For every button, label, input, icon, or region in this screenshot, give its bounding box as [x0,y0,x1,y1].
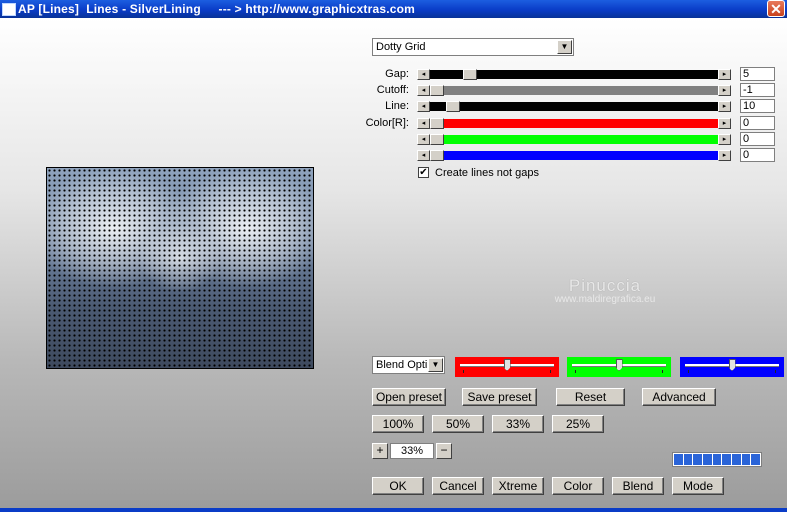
slider-right-arrow-icon[interactable]: ▸ [718,134,731,145]
filter-dropdown-value: Dotty Grid [376,41,426,53]
watermark-name: Pinuccia [568,276,642,295]
chevron-down-icon[interactable]: ▼ [557,40,572,54]
slider-label-line: Line: [385,100,409,112]
zoom-100-button[interactable]: 100% [372,415,424,433]
gap-slider[interactable]: ◂ ▸ [417,69,731,80]
progress-segment [751,454,761,465]
slider-label-gap: Gap: [385,68,409,80]
blend-options-dropdown[interactable]: Blend Optio ▼ [372,356,445,374]
slider-track[interactable] [430,102,718,111]
zoom-33-button[interactable]: 33% [492,415,544,433]
color-b-slider[interactable]: ◂ ▸ [417,150,731,161]
chevron-down-icon[interactable]: ▼ [428,358,443,372]
slider-thumb[interactable] [446,101,461,112]
slider-track[interactable] [430,119,718,128]
color-r-value-field[interactable]: 0 [740,116,775,130]
create-lines-checkbox[interactable]: ✔ [418,167,429,178]
color-button[interactable]: Color [552,477,604,495]
zoom-level-field[interactable]: 33% [390,443,434,459]
filter-dropdown[interactable]: Dotty Grid ▼ [372,38,574,56]
watermark-url: www.maldiregrafica.eu [554,294,656,305]
preview-image [46,167,314,369]
progress-segment [741,454,751,465]
slider-left-arrow-icon[interactable]: ◂ [417,118,430,129]
gap-value-field[interactable]: 5 [740,67,775,81]
slider-right-arrow-icon[interactable]: ▸ [718,150,731,161]
blend-button[interactable]: Blend [612,477,664,495]
watermark: Pinuccia www.maldiregrafica.eu [540,276,670,305]
slider-thumb[interactable] [462,69,477,80]
slider-thumb[interactable] [430,150,444,161]
slider-track[interactable] [430,135,718,144]
progress-segment [674,454,683,465]
color-b-value-field[interactable]: 0 [740,148,775,162]
slider-thumb[interactable] [430,134,444,145]
slider-right-arrow-icon[interactable]: ▸ [718,118,731,129]
advanced-button[interactable]: Advanced [642,388,716,406]
line-slider[interactable]: ◂ ▸ [417,101,731,112]
cancel-button[interactable]: Cancel [432,477,484,495]
progress-segment [703,454,712,465]
slider-label-color-r: Color[R]: [365,117,409,129]
progress-segment [712,454,722,465]
app-icon [2,3,16,16]
cutoff-slider[interactable]: ◂ ▸ [417,85,731,96]
slider-track[interactable] [430,86,718,95]
slider-left-arrow-icon[interactable]: ◂ [417,150,430,161]
window-title: AP [Lines] Lines - SilverLining --- > ht… [18,2,416,16]
progress-segment [693,454,703,465]
slider-right-arrow-icon[interactable]: ▸ [718,69,731,80]
close-icon[interactable]: ✕ [767,0,785,17]
progress-segment [722,454,732,465]
ok-button[interactable]: OK [372,477,424,495]
slider-right-arrow-icon[interactable]: ▸ [718,85,731,96]
color-r-slider[interactable]: ◂ ▸ [417,118,731,129]
title-bar: AP [Lines] Lines - SilverLining --- > ht… [0,0,787,18]
cutoff-value-field[interactable]: -1 [740,83,775,97]
blend-options-value: Blend Optio [376,359,427,371]
slider-label-cutoff: Cutoff: [376,84,409,96]
green-color-box[interactable] [567,357,671,377]
red-color-box[interactable] [455,357,559,377]
save-preset-button[interactable]: Save preset [462,388,537,406]
slider-left-arrow-icon[interactable]: ◂ [417,69,430,80]
progress-segment [732,454,741,465]
slider-track[interactable] [430,151,718,160]
zoom-50-button[interactable]: 50% [432,415,484,433]
zoom-out-button[interactable]: − [436,443,452,459]
zoom-in-button[interactable]: + [372,443,388,459]
xtreme-button[interactable]: Xtreme [492,477,544,495]
slider-left-arrow-icon[interactable]: ◂ [417,101,430,112]
create-lines-label: Create lines not gaps [435,167,539,179]
progress-segment [683,454,693,465]
zoom-25-button[interactable]: 25% [552,415,604,433]
slider-thumb[interactable] [430,85,444,96]
reset-button[interactable]: Reset [556,388,625,406]
slider-left-arrow-icon[interactable]: ◂ [417,134,430,145]
mode-button[interactable]: Mode [672,477,724,495]
color-g-value-field[interactable]: 0 [740,132,775,146]
progress-bar [672,452,762,467]
color-g-slider[interactable]: ◂ ▸ [417,134,731,145]
slider-left-arrow-icon[interactable]: ◂ [417,85,430,96]
slider-right-arrow-icon[interactable]: ▸ [718,101,731,112]
line-value-field[interactable]: 10 [740,99,775,113]
open-preset-button[interactable]: Open preset [372,388,446,406]
blue-color-box[interactable] [680,357,784,377]
slider-thumb[interactable] [430,118,444,129]
window-bottom-border [0,508,787,512]
